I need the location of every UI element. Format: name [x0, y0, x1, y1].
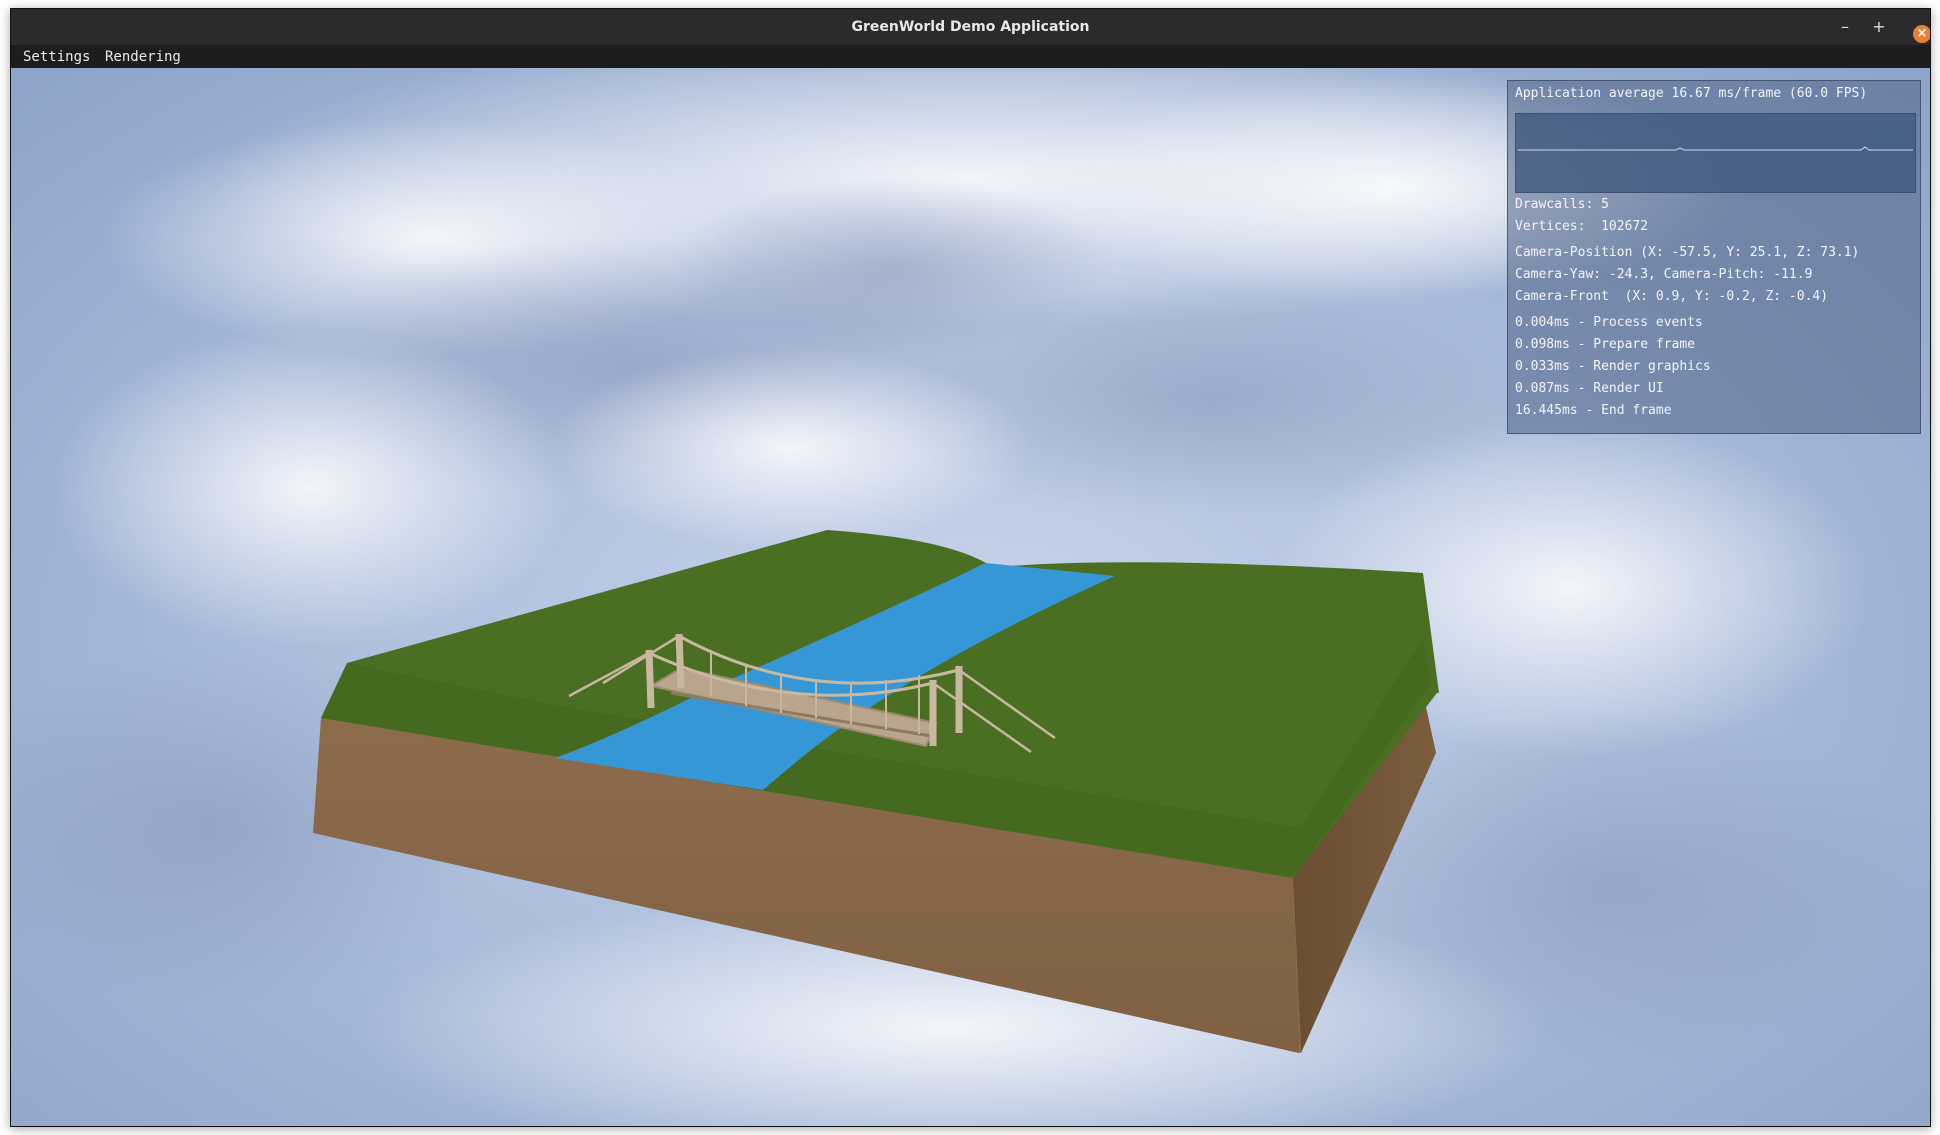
frame-time-graph: [1515, 113, 1916, 193]
title-bar[interactable]: GreenWorld Demo Application – + ×: [11, 9, 1930, 46]
minimize-button[interactable]: –: [1835, 17, 1855, 37]
vertices-stat: Vertices: 102672: [1515, 219, 1649, 234]
timing-prepare-frame: 0.098ms - Prepare frame: [1515, 337, 1696, 352]
close-button[interactable]: ×: [1913, 25, 1930, 43]
frame-time-plot: [1518, 146, 1913, 151]
drawcalls-stat: Drawcalls: 5: [1515, 197, 1609, 212]
timing-process-events: 0.004ms - Process events: [1515, 315, 1703, 330]
menu-bar: Settings Rendering: [11, 46, 1930, 68]
timing-render-graphics: 0.033ms - Render graphics: [1515, 359, 1711, 374]
performance-overlay[interactable]: Application average 16.67 ms/frame (60.0…: [1507, 80, 1921, 434]
camera-position: Camera-Position (X: -57.5, Y: 25.1, Z: 7…: [1515, 245, 1860, 260]
3d-viewport[interactable]: Application average 16.67 ms/frame (60.0…: [11, 68, 1930, 1126]
menu-rendering[interactable]: Rendering: [105, 46, 181, 68]
timing-render-ui: 0.087ms - Render UI: [1515, 381, 1664, 396]
window-title: GreenWorld Demo Application: [851, 19, 1090, 35]
camera-yaw-pitch: Camera-Yaw: -24.3, Camera-Pitch: -11.9: [1515, 267, 1813, 282]
fps-summary: Application average 16.67 ms/frame (60.0…: [1515, 86, 1868, 101]
menu-settings[interactable]: Settings: [23, 46, 90, 68]
maximize-button[interactable]: +: [1869, 17, 1889, 37]
camera-front: Camera-Front (X: 0.9, Y: -0.2, Z: -0.4): [1515, 289, 1829, 304]
timing-end-frame: 16.445ms - End frame: [1515, 403, 1672, 418]
application-window: GreenWorld Demo Application – + × Settin…: [10, 8, 1931, 1127]
